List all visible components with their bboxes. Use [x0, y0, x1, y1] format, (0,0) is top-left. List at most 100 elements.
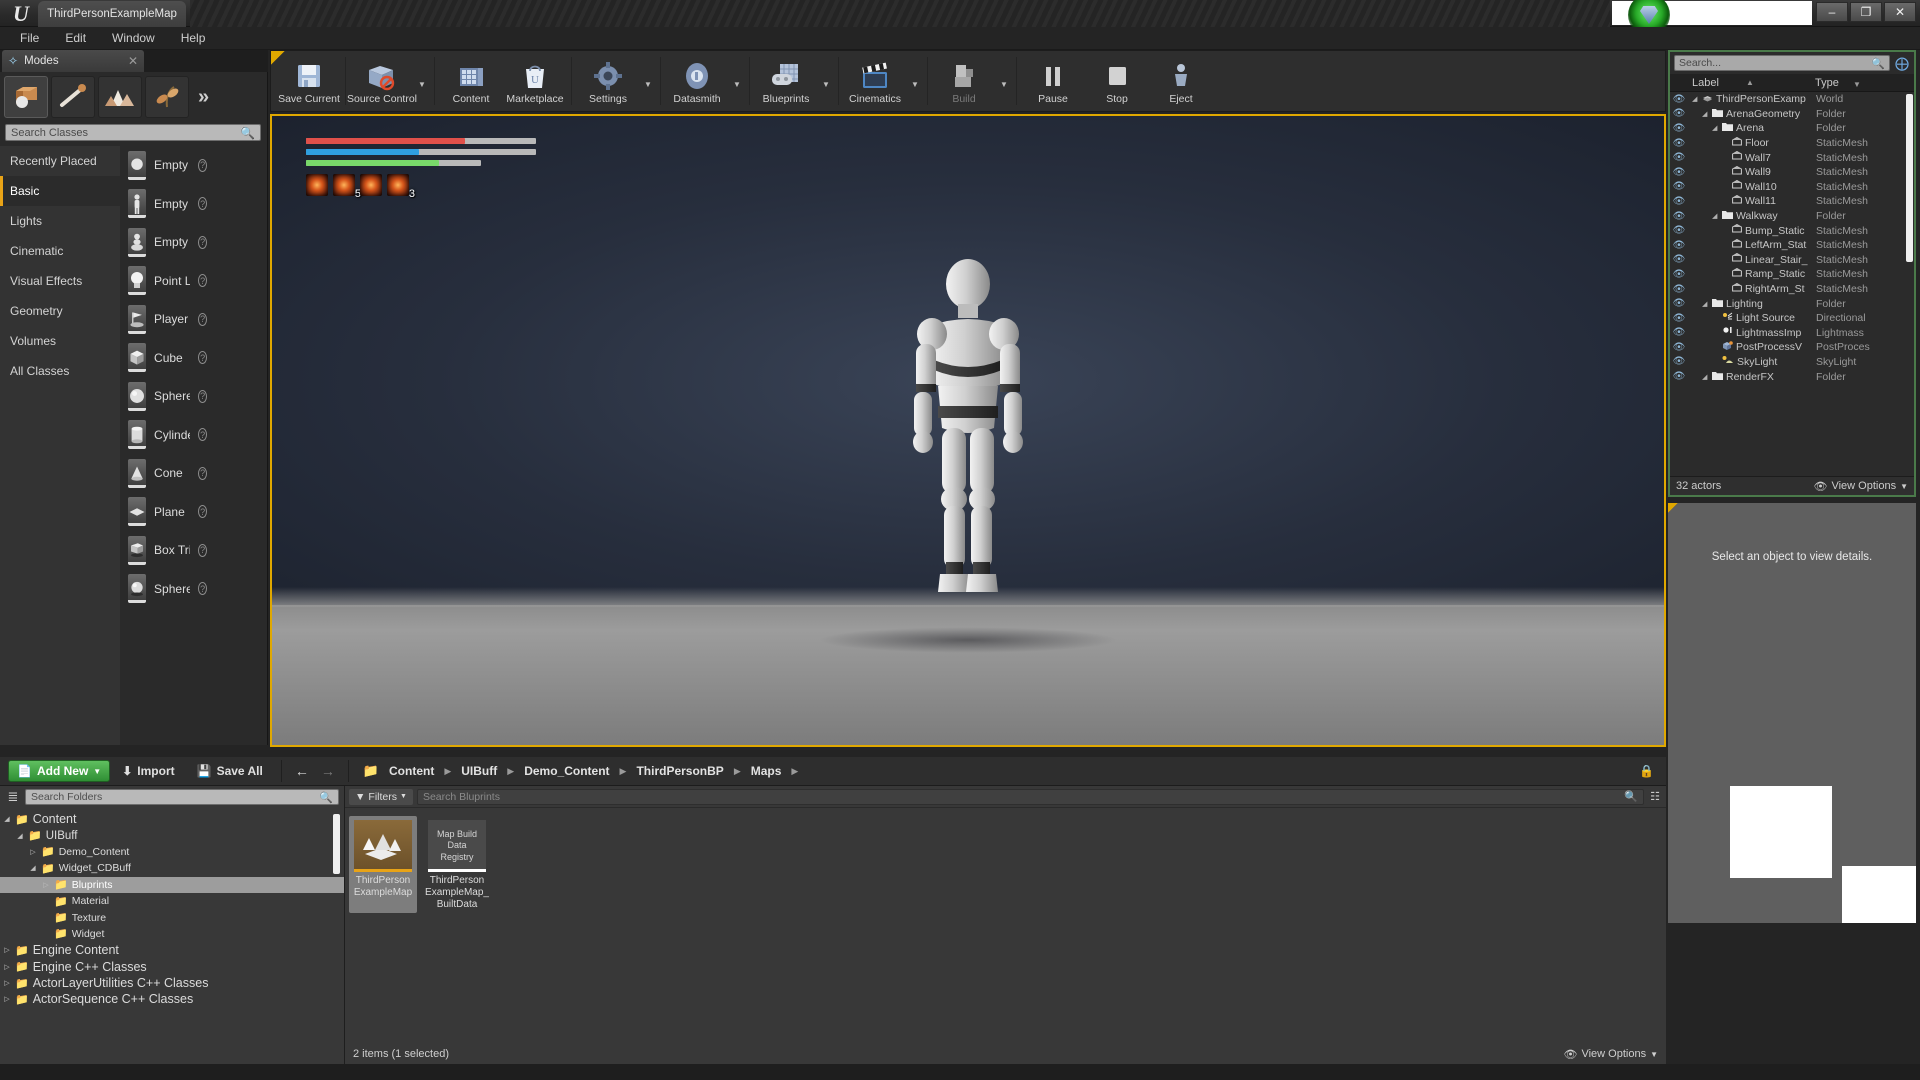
category-visual-effects[interactable]: Visual Effects — [0, 266, 120, 296]
datasmith-chevron-down-icon[interactable]: ▼ — [729, 51, 745, 111]
folder-tree-node[interactable]: ▷ 📁 Engine C++ Classes — [0, 959, 344, 975]
build-chevron-down-icon[interactable]: ▼ — [996, 51, 1012, 111]
outliner-view-options[interactable]: 👁 View Options ▼ — [1814, 480, 1909, 493]
outliner-row[interactable]: 👁 Wall7 StaticMesh — [1670, 150, 1914, 165]
maximize-button[interactable]: ❐ — [1850, 2, 1882, 22]
breadcrumb-thirdpersonbp[interactable]: ThirdPersonBP — [634, 764, 725, 778]
more-modes-icon[interactable]: » — [198, 86, 209, 109]
minimize-button[interactable]: – — [1816, 2, 1848, 22]
visibility-toggle-icon[interactable]: 👁 — [1670, 108, 1688, 119]
visibility-toggle-icon[interactable]: 👁 — [1670, 298, 1688, 309]
document-tab[interactable]: ThirdPersonExampleMap — [38, 1, 186, 27]
visibility-toggle-icon[interactable]: 👁 — [1670, 211, 1688, 222]
category-basic[interactable]: Basic — [0, 176, 120, 206]
outliner-row[interactable]: 👁 RightArm_St StaticMesh — [1670, 282, 1914, 297]
category-lights[interactable]: Lights — [0, 206, 120, 236]
settings-chevron-down-icon[interactable]: ▼ — [640, 51, 656, 111]
class-item-sphere-trigger[interactable]: Sphere Trig ? — [120, 570, 267, 609]
add-actor-icon[interactable]: ⨁ — [1894, 55, 1910, 71]
expand-arrow-icon[interactable]: ▷ — [29, 848, 37, 856]
visibility-toggle-icon[interactable]: 👁 — [1670, 240, 1688, 251]
category-volumes[interactable]: Volumes — [0, 326, 120, 356]
class-item-cylinder[interactable]: Cylinder ? — [120, 416, 267, 455]
visibility-toggle-icon[interactable]: 👁 — [1670, 167, 1688, 178]
class-item-point-light[interactable]: Point Light ? — [120, 262, 267, 301]
class-item-box-trigger[interactable]: Box Trigger ? — [120, 531, 267, 570]
outliner-row[interactable]: 👁 Bump_Static StaticMesh — [1670, 223, 1914, 238]
expand-arrow-icon[interactable]: ◢ — [29, 864, 37, 872]
expand-arrow-icon[interactable]: ◢ — [1692, 95, 1699, 103]
expand-arrow-icon[interactable]: ◢ — [3, 815, 11, 823]
outliner-row[interactable]: 👁 LeftArm_Stat StaticMesh — [1670, 238, 1914, 253]
save-all-button[interactable]: 💾 Save All — [187, 760, 273, 782]
class-item-sphere[interactable]: Sphere ? — [120, 377, 267, 416]
toolbar-stop[interactable]: Stop — [1085, 51, 1149, 111]
folder-tree-node[interactable]: ▷ 📁 ActorLayerUtilities C++ Classes — [0, 975, 344, 991]
folder-tree-node[interactable]: ▷ 📁 Engine Content — [0, 942, 344, 958]
expand-arrow-icon[interactable]: ◢ — [16, 832, 24, 840]
search-classes-input[interactable]: Search Classes 🔍 — [5, 124, 261, 141]
lock-icon[interactable]: 🔒 — [1639, 764, 1654, 778]
category-cinematic[interactable]: Cinematic — [0, 236, 120, 266]
toolbar-cinematics[interactable]: Cinematics — [843, 51, 907, 111]
folder-tree-scrollbar[interactable] — [333, 814, 340, 874]
breadcrumb-uibuff[interactable]: UIBuff — [459, 764, 499, 778]
column-label[interactable]: Label ▲ — [1670, 77, 1815, 89]
outliner-row[interactable]: 👁 Wall9 StaticMesh — [1670, 165, 1914, 180]
import-button[interactable]: ⬇ Import — [112, 760, 184, 782]
expand-arrow-icon[interactable]: ◢ — [1712, 212, 1719, 220]
expand-arrow-icon[interactable]: ◢ — [1702, 110, 1709, 118]
ability-icon-2[interactable]: 5 — [333, 174, 361, 200]
menu-window[interactable]: Window — [100, 28, 167, 48]
visibility-toggle-icon[interactable]: 👁 — [1670, 196, 1688, 207]
toolbar-content[interactable]: Content — [439, 51, 503, 111]
collapse-tree-icon[interactable]: ≣ — [5, 789, 21, 805]
breadcrumb-content[interactable]: Content — [387, 764, 436, 778]
menu-help[interactable]: Help — [169, 28, 218, 48]
title-drag-area[interactable] — [190, 0, 1610, 27]
ability-icon-3[interactable] — [360, 174, 382, 196]
outliner-row[interactable]: 👁 Wall10 StaticMesh — [1670, 180, 1914, 195]
outliner-search-input[interactable]: Search... 🔍 — [1674, 55, 1890, 71]
paint-mode-icon[interactable] — [51, 76, 95, 118]
toolbar-eject[interactable]: Eject — [1149, 51, 1213, 111]
folder-tree-node[interactable]: ▷ 📁 Demo_Content — [0, 844, 344, 860]
toolbar-save-current[interactable]: Save Current — [277, 51, 341, 111]
visibility-toggle-icon[interactable]: 👁 — [1670, 284, 1688, 295]
folder-tree-node[interactable]: 📁 Material — [0, 893, 344, 909]
help-icon[interactable]: ? — [198, 466, 207, 480]
folder-tree-node[interactable]: ◢ 📁 Widget_CDBuff — [0, 860, 344, 876]
outliner-row[interactable]: 👁 SkyLight SkyLight — [1670, 355, 1914, 370]
filters-button[interactable]: ▼ Filters ▼ — [349, 788, 413, 805]
folder-tree-node[interactable]: ▷ 📁 ActorSequence C++ Classes — [0, 991, 344, 1007]
place-mode-icon[interactable] — [4, 76, 48, 118]
outliner-row[interactable]: 👁 ◢ Walkway Folder — [1670, 209, 1914, 224]
outliner-row[interactable]: 👁 Ramp_Static StaticMesh — [1670, 267, 1914, 282]
help-icon[interactable]: ? — [198, 312, 207, 326]
toolbar-blueprints[interactable]: Blueprints — [754, 51, 818, 111]
folder-tree-node[interactable]: 📁 Widget — [0, 926, 344, 942]
expand-arrow-icon[interactable]: ◢ — [1712, 124, 1719, 132]
asset-item-builtdata[interactable]: Map Build Data Registry ThirdPerson Exampl… — [423, 816, 491, 913]
help-icon[interactable]: ? — [198, 274, 207, 288]
folder-tree-node[interactable]: ◢ 📁 UIBuff — [0, 827, 344, 843]
help-icon[interactable]: ? — [198, 389, 207, 403]
help-icon[interactable]: ? — [198, 543, 207, 557]
blueprints-chevron-down-icon[interactable]: ▼ — [818, 51, 834, 111]
folder-tree-node[interactable]: 📁 Texture — [0, 909, 344, 925]
outliner-row[interactable]: 👁 ◢ Arena Folder — [1670, 121, 1914, 136]
help-icon[interactable]: ? — [198, 158, 207, 172]
outliner-row[interactable]: 👁 Floor StaticMesh — [1670, 136, 1914, 151]
cinematics-chevron-down-icon[interactable]: ▼ — [907, 51, 923, 111]
toolbar-datasmith[interactable]: Datasmith — [665, 51, 729, 111]
asset-item-thirdpersonexamplemap[interactable]: ThirdPerson ExampleMap — [349, 816, 417, 913]
breadcrumb-maps[interactable]: Maps — [749, 764, 784, 778]
visibility-toggle-icon[interactable]: 👁 — [1670, 356, 1688, 367]
visibility-toggle-icon[interactable]: 👁 — [1670, 138, 1688, 149]
outliner-row[interactable]: 👁 LightmassImp Lightmass — [1670, 326, 1914, 341]
outliner-row[interactable]: 👁 ◢ ThirdPersonExamp World — [1670, 92, 1914, 107]
outliner-scrollbar[interactable] — [1906, 94, 1913, 262]
visibility-toggle-icon[interactable]: 👁 — [1670, 123, 1688, 134]
visibility-toggle-icon[interactable]: 👁 — [1670, 152, 1688, 163]
landscape-mode-icon[interactable] — [98, 76, 142, 118]
